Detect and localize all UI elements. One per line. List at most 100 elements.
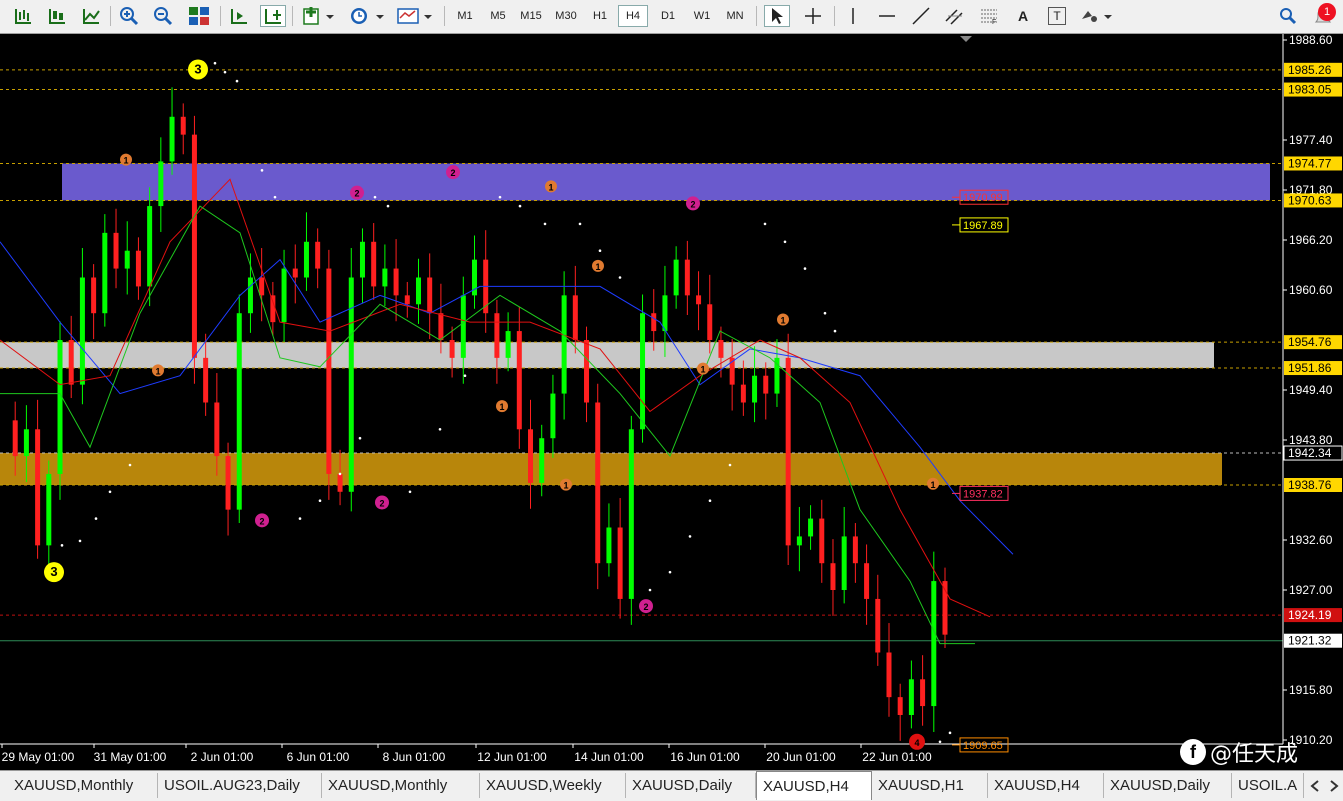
candle-body <box>528 429 534 483</box>
candle-body <box>415 277 421 305</box>
tab-xauusd-h4[interactable]: XAUUSD,H4 <box>988 773 1104 798</box>
shapes-icon[interactable] <box>1078 5 1116 27</box>
price-chart[interactable]: 1988.601977.401971.801966.201960.601949.… <box>0 33 1343 770</box>
tf-h1[interactable]: H1 <box>585 5 615 27</box>
candle-body <box>931 581 937 707</box>
zoom-in-icon[interactable] <box>116 5 142 27</box>
tab-xauusd-daily[interactable]: XAUUSD,Daily <box>626 773 756 798</box>
time-tick-label: 29 May 01:00 <box>2 750 75 764</box>
candle-body <box>124 250 130 269</box>
tf-m5[interactable]: M5 <box>483 5 513 27</box>
wave-marker-1-label: 1 <box>563 481 568 491</box>
trendline-icon[interactable] <box>908 5 934 27</box>
sar-dot <box>578 222 582 226</box>
candle-body <box>819 518 825 564</box>
candle-body <box>180 116 186 135</box>
tab-xauusd-h1[interactable]: XAUUSD,H1 <box>872 773 988 798</box>
chart-area[interactable]: 1988.60 1977.40 1971.80 1966.20 1960.60 1949.… <box>0 33 1343 770</box>
text-icon[interactable]: A <box>1010 5 1036 27</box>
crosshair-icon[interactable] <box>800 5 826 27</box>
wave-marker-2-label: 2 <box>354 189 359 199</box>
zoom-out-icon[interactable] <box>150 5 176 27</box>
candle-body <box>561 295 567 394</box>
candle-body <box>12 420 18 457</box>
tile-windows-icon[interactable] <box>186 5 212 27</box>
price-tick-label: 1943.80 <box>1289 433 1333 447</box>
chart-shift-marker <box>960 36 972 42</box>
channel-icon[interactable] <box>942 5 968 27</box>
candle-body <box>23 429 29 457</box>
candle-body <box>707 304 713 340</box>
text-label-glyph: T <box>1048 7 1066 25</box>
resistance-zone <box>62 163 1270 201</box>
tab-scroll[interactable] <box>1306 773 1343 798</box>
wave-marker-1-label: 1 <box>548 182 553 192</box>
price-label: 1942.34 <box>1288 446 1332 460</box>
sar-dot <box>648 588 652 592</box>
vertical-line-icon[interactable] <box>840 5 866 27</box>
sar-dot <box>386 204 390 208</box>
candle-body <box>852 536 858 564</box>
candle-body <box>651 313 657 332</box>
wave-marker-1-label: 1 <box>155 366 160 376</box>
candle-body <box>303 241 309 278</box>
sar-dot <box>78 539 82 543</box>
ma-slow-line <box>0 241 1014 555</box>
candle-body <box>740 384 746 403</box>
candle-body <box>214 402 220 457</box>
wave-marker-3-top-label: 3 <box>194 61 201 76</box>
chart-shift-icon[interactable] <box>260 5 286 27</box>
tf-d1[interactable]: D1 <box>653 5 683 27</box>
price-label: 1954.76 <box>1288 335 1332 349</box>
chart-line-icon[interactable] <box>78 5 104 27</box>
price-tick-label: 1960.60 <box>1289 283 1333 297</box>
sar-dot <box>108 490 112 494</box>
price-label: 1951.86 <box>1288 361 1332 375</box>
tab-usoil-a[interactable]: USOIL.A <box>1232 773 1304 798</box>
sar-dot <box>948 731 952 735</box>
price-label: 1938.76 <box>1288 478 1332 492</box>
wave-marker-1-label: 1 <box>930 480 935 490</box>
horizontal-line-icon[interactable] <box>874 5 900 27</box>
new-chart-icon[interactable] <box>300 5 336 27</box>
templates-icon[interactable] <box>394 5 434 27</box>
tab-xauusd-weekly[interactable]: XAUUSD,Weekly <box>480 773 626 798</box>
tf-m15[interactable]: M15 <box>516 5 546 27</box>
clock-icon[interactable] <box>346 5 386 27</box>
tf-m1[interactable]: M1 <box>450 5 480 27</box>
search-icon[interactable] <box>1276 5 1300 27</box>
tab-usoil-daily[interactable]: USOIL.AUG23,Daily <box>158 773 322 798</box>
price-tick-label: 1977.40 <box>1289 133 1333 147</box>
tf-h4[interactable]: H4 <box>618 5 648 27</box>
candle-body <box>371 241 377 287</box>
price-label: 1974.77 <box>1288 156 1332 170</box>
tab-xauusd-h4-active[interactable]: XAUUSD,H4 <box>756 771 872 800</box>
tab-xauusd-monthly[interactable]: XAUUSD,Monthly <box>8 773 158 798</box>
tf-w1[interactable]: W1 <box>687 5 717 27</box>
chart-candle-icon[interactable] <box>44 5 70 27</box>
sar-dot <box>518 204 522 208</box>
candle-body <box>595 402 601 564</box>
candle-body <box>550 393 556 439</box>
candle-body <box>79 277 85 385</box>
wave-marker-1-label: 1 <box>595 262 600 272</box>
autoscroll-icon[interactable] <box>226 5 252 27</box>
toolbar: M1 M5 M15 M30 H1 H4 D1 W1 MN F A T 1 <box>0 0 1343 34</box>
price-label: 1970.63 <box>1288 193 1332 207</box>
candle-body <box>382 268 388 287</box>
chart-bar-icon[interactable] <box>10 5 36 27</box>
text-label-icon[interactable]: T <box>1044 5 1070 27</box>
sar-dot <box>128 463 132 467</box>
tab-xauusd-monthly-2[interactable]: XAUUSD,Monthly <box>322 773 480 798</box>
tf-m30[interactable]: M30 <box>551 5 581 27</box>
watermark: f @任天成 <box>1180 736 1298 768</box>
wave-marker-2-label: 2 <box>379 499 384 509</box>
tf-mn[interactable]: MN <box>720 5 750 27</box>
sar-dot <box>298 517 302 520</box>
tab-xauusd-daily-2[interactable]: XAUUSD,Daily <box>1104 773 1232 798</box>
annotation-label: 1937.82 <box>963 488 1003 500</box>
candle-body <box>673 259 679 296</box>
cursor-icon[interactable] <box>764 5 790 27</box>
candle-body <box>841 536 847 590</box>
fibonacci-icon[interactable]: F <box>976 5 1002 27</box>
